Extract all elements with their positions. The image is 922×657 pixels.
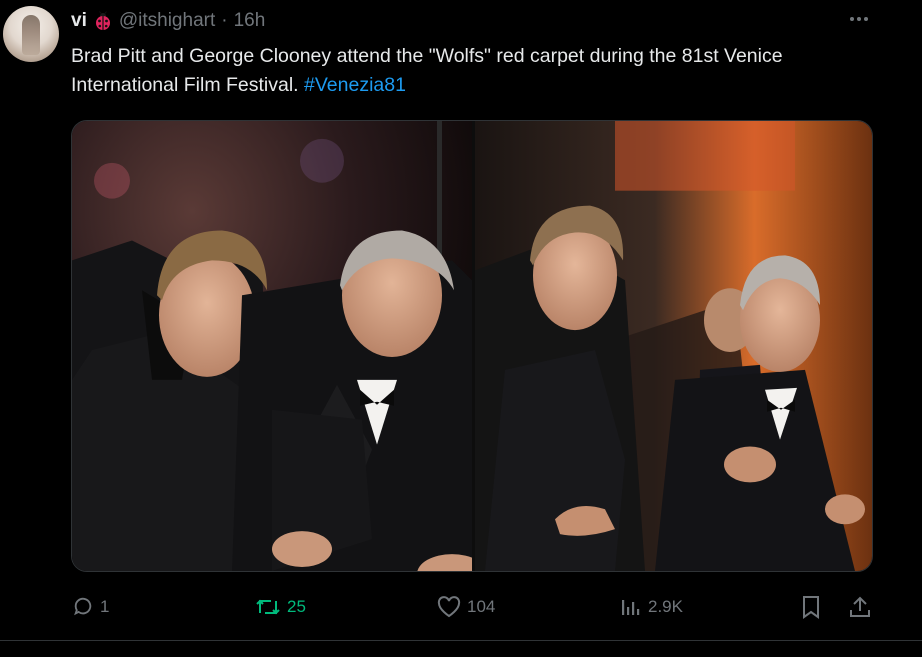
bookmark-button[interactable] [800, 592, 822, 622]
tweet-header: vi @itshighart · 16h [71, 9, 265, 33]
reply-icon [72, 596, 94, 618]
media-grid [71, 120, 873, 572]
bookmark-icon [800, 595, 822, 619]
tweet-text: Brad Pitt and George Clooney attend the … [71, 42, 891, 100]
reply-count: 1 [100, 597, 110, 616]
views-icon [620, 596, 642, 618]
timestamp[interactable]: 16h [234, 10, 266, 32]
like-count: 104 [467, 597, 496, 616]
like-button[interactable]: 104 [437, 592, 495, 622]
photo-left[interactable] [72, 121, 472, 571]
repost-button[interactable]: 25 [255, 592, 306, 622]
share-icon [848, 595, 872, 619]
repost-icon [255, 596, 281, 618]
heart-icon [437, 596, 461, 618]
repost-count: 25 [287, 597, 306, 616]
reply-button[interactable]: 1 [72, 592, 109, 622]
author-name[interactable]: vi [71, 10, 87, 32]
author-handle[interactable]: @itshighart [119, 10, 215, 32]
view-count: 2.9K [648, 597, 683, 616]
tweet: vi @itshighart · 16h Brad Pitt and Georg… [0, 0, 922, 657]
share-button[interactable] [848, 592, 872, 622]
hashtag-link[interactable]: #Venezia81 [304, 74, 406, 96]
tweet-text-main: Brad Pitt and George Clooney attend the … [71, 45, 783, 96]
more-icon[interactable] [846, 10, 872, 28]
separator: · [221, 10, 228, 31]
views-button[interactable]: 2.9K [620, 592, 683, 622]
ladybug-icon [93, 11, 113, 31]
photo-right[interactable] [475, 121, 872, 571]
avatar[interactable] [3, 6, 59, 62]
action-bar: 1 25 104 2.9K [0, 592, 922, 622]
divider [0, 640, 922, 641]
